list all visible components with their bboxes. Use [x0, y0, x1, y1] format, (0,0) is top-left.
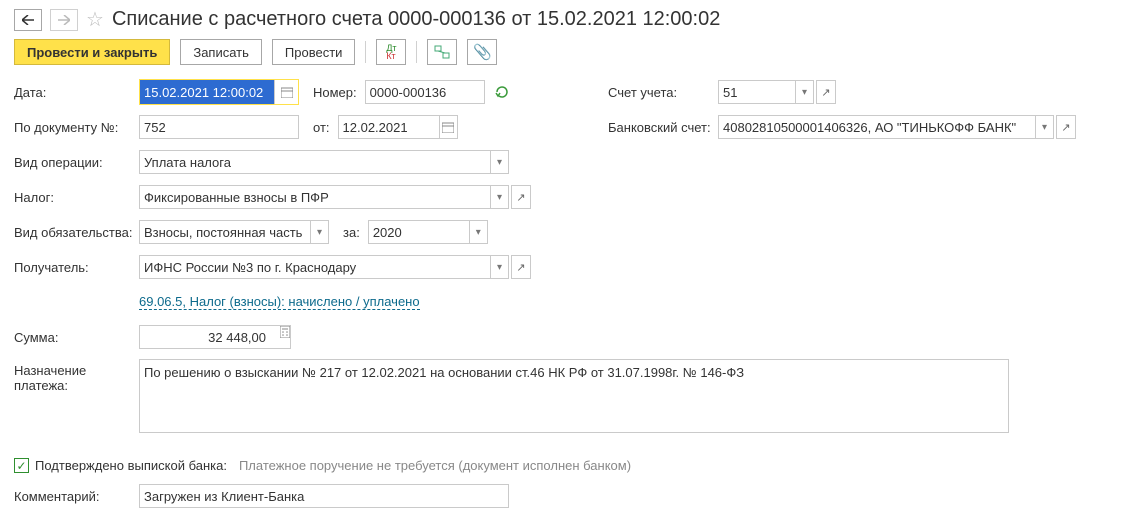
label-doc-no: По документу №:: [14, 120, 139, 135]
post-button[interactable]: Провести: [272, 39, 356, 65]
chevron-down-icon[interactable]: ▾: [469, 221, 487, 243]
date-value: 15.02.2021 12:00:02: [140, 80, 274, 104]
account-select[interactable]: 51 ▾: [718, 80, 814, 104]
post-and-close-button[interactable]: Провести и закрыть: [14, 39, 170, 65]
check-icon: ✓: [16, 460, 26, 472]
save-button[interactable]: Записать: [180, 39, 262, 65]
amount-input[interactable]: [139, 325, 291, 349]
confirmed-checkbox[interactable]: ✓: [14, 458, 29, 473]
chevron-down-icon[interactable]: ▾: [795, 81, 813, 103]
calendar-icon[interactable]: [439, 116, 457, 138]
label-number: Номер:: [313, 85, 357, 100]
arrow-left-icon: [22, 15, 34, 25]
nav-back-button[interactable]: [14, 9, 42, 31]
bank-account-open-button[interactable]: ↗: [1056, 115, 1076, 139]
label-confirmed: Подтверждено выпиской банка:: [35, 458, 227, 473]
bank-account-select[interactable]: 40802810500001406326, АО "ТИНЬКОФФ БАНК"…: [718, 115, 1054, 139]
label-op-type: Вид операции:: [14, 155, 139, 170]
for-year-select[interactable]: 2020 ▾: [368, 220, 488, 244]
account-open-button[interactable]: ↗: [816, 80, 836, 104]
order-note-text: Платежное поручение не требуется (докуме…: [239, 458, 631, 473]
label-bank-account: Банковский счет:: [608, 120, 718, 135]
number-input[interactable]: [365, 80, 485, 104]
chevron-down-icon[interactable]: ▾: [490, 151, 508, 173]
chevron-down-icon[interactable]: ▾: [490, 186, 508, 208]
chevron-down-icon[interactable]: ▾: [310, 221, 328, 243]
favorite-star-icon[interactable]: ☆: [86, 10, 104, 30]
purpose-textarea[interactable]: [139, 359, 1009, 433]
label-date: Дата:: [14, 85, 139, 100]
label-comment: Комментарий:: [14, 489, 139, 504]
label-from: от:: [313, 120, 330, 135]
chevron-down-icon[interactable]: ▾: [1035, 116, 1053, 138]
op-type-select[interactable]: Уплата налога ▾: [139, 150, 509, 174]
tax-open-button[interactable]: ↗: [511, 185, 531, 209]
nav-forward-button[interactable]: [50, 9, 78, 31]
label-amount: Сумма:: [14, 330, 139, 345]
calendar-icon[interactable]: [274, 80, 298, 104]
label-recipient: Получатель:: [14, 260, 139, 275]
dtkt-icon: ДтКт: [386, 44, 396, 60]
chevron-down-icon[interactable]: ▾: [490, 256, 508, 278]
label-account: Счет учета:: [608, 85, 718, 100]
label-obligation: Вид обязательства:: [14, 225, 139, 240]
paperclip-icon: 📎: [473, 43, 492, 61]
label-for: за:: [343, 225, 360, 240]
recipient-select[interactable]: ИФНС России №3 по г. Краснодару ▾: [139, 255, 509, 279]
doc-date-input[interactable]: 12.02.2021: [338, 115, 458, 139]
chain-icon: [434, 45, 450, 59]
related-docs-button[interactable]: [427, 39, 457, 65]
refresh-number-icon[interactable]: [495, 85, 509, 99]
label-purpose: Назначение платежа:: [14, 359, 139, 393]
tax-select[interactable]: Фиксированные взносы в ПФР ▾: [139, 185, 509, 209]
recipient-open-button[interactable]: ↗: [511, 255, 531, 279]
debit-credit-button[interactable]: ДтКт: [376, 39, 406, 65]
label-tax: Налог:: [14, 190, 139, 205]
calculator-icon[interactable]: [280, 326, 290, 348]
obligation-select[interactable]: Взносы, постоянная часть ▾: [139, 220, 329, 244]
attachments-button[interactable]: 📎: [467, 39, 497, 65]
comment-input[interactable]: [139, 484, 509, 508]
kbk-link[interactable]: 69.06.5, Налог (взносы): начислено / упл…: [139, 294, 420, 310]
doc-no-input[interactable]: [139, 115, 299, 139]
page-title: Списание с расчетного счета 0000-000136 …: [112, 8, 720, 31]
date-input[interactable]: 15.02.2021 12:00:02: [139, 79, 299, 105]
arrow-right-icon: [58, 15, 70, 25]
